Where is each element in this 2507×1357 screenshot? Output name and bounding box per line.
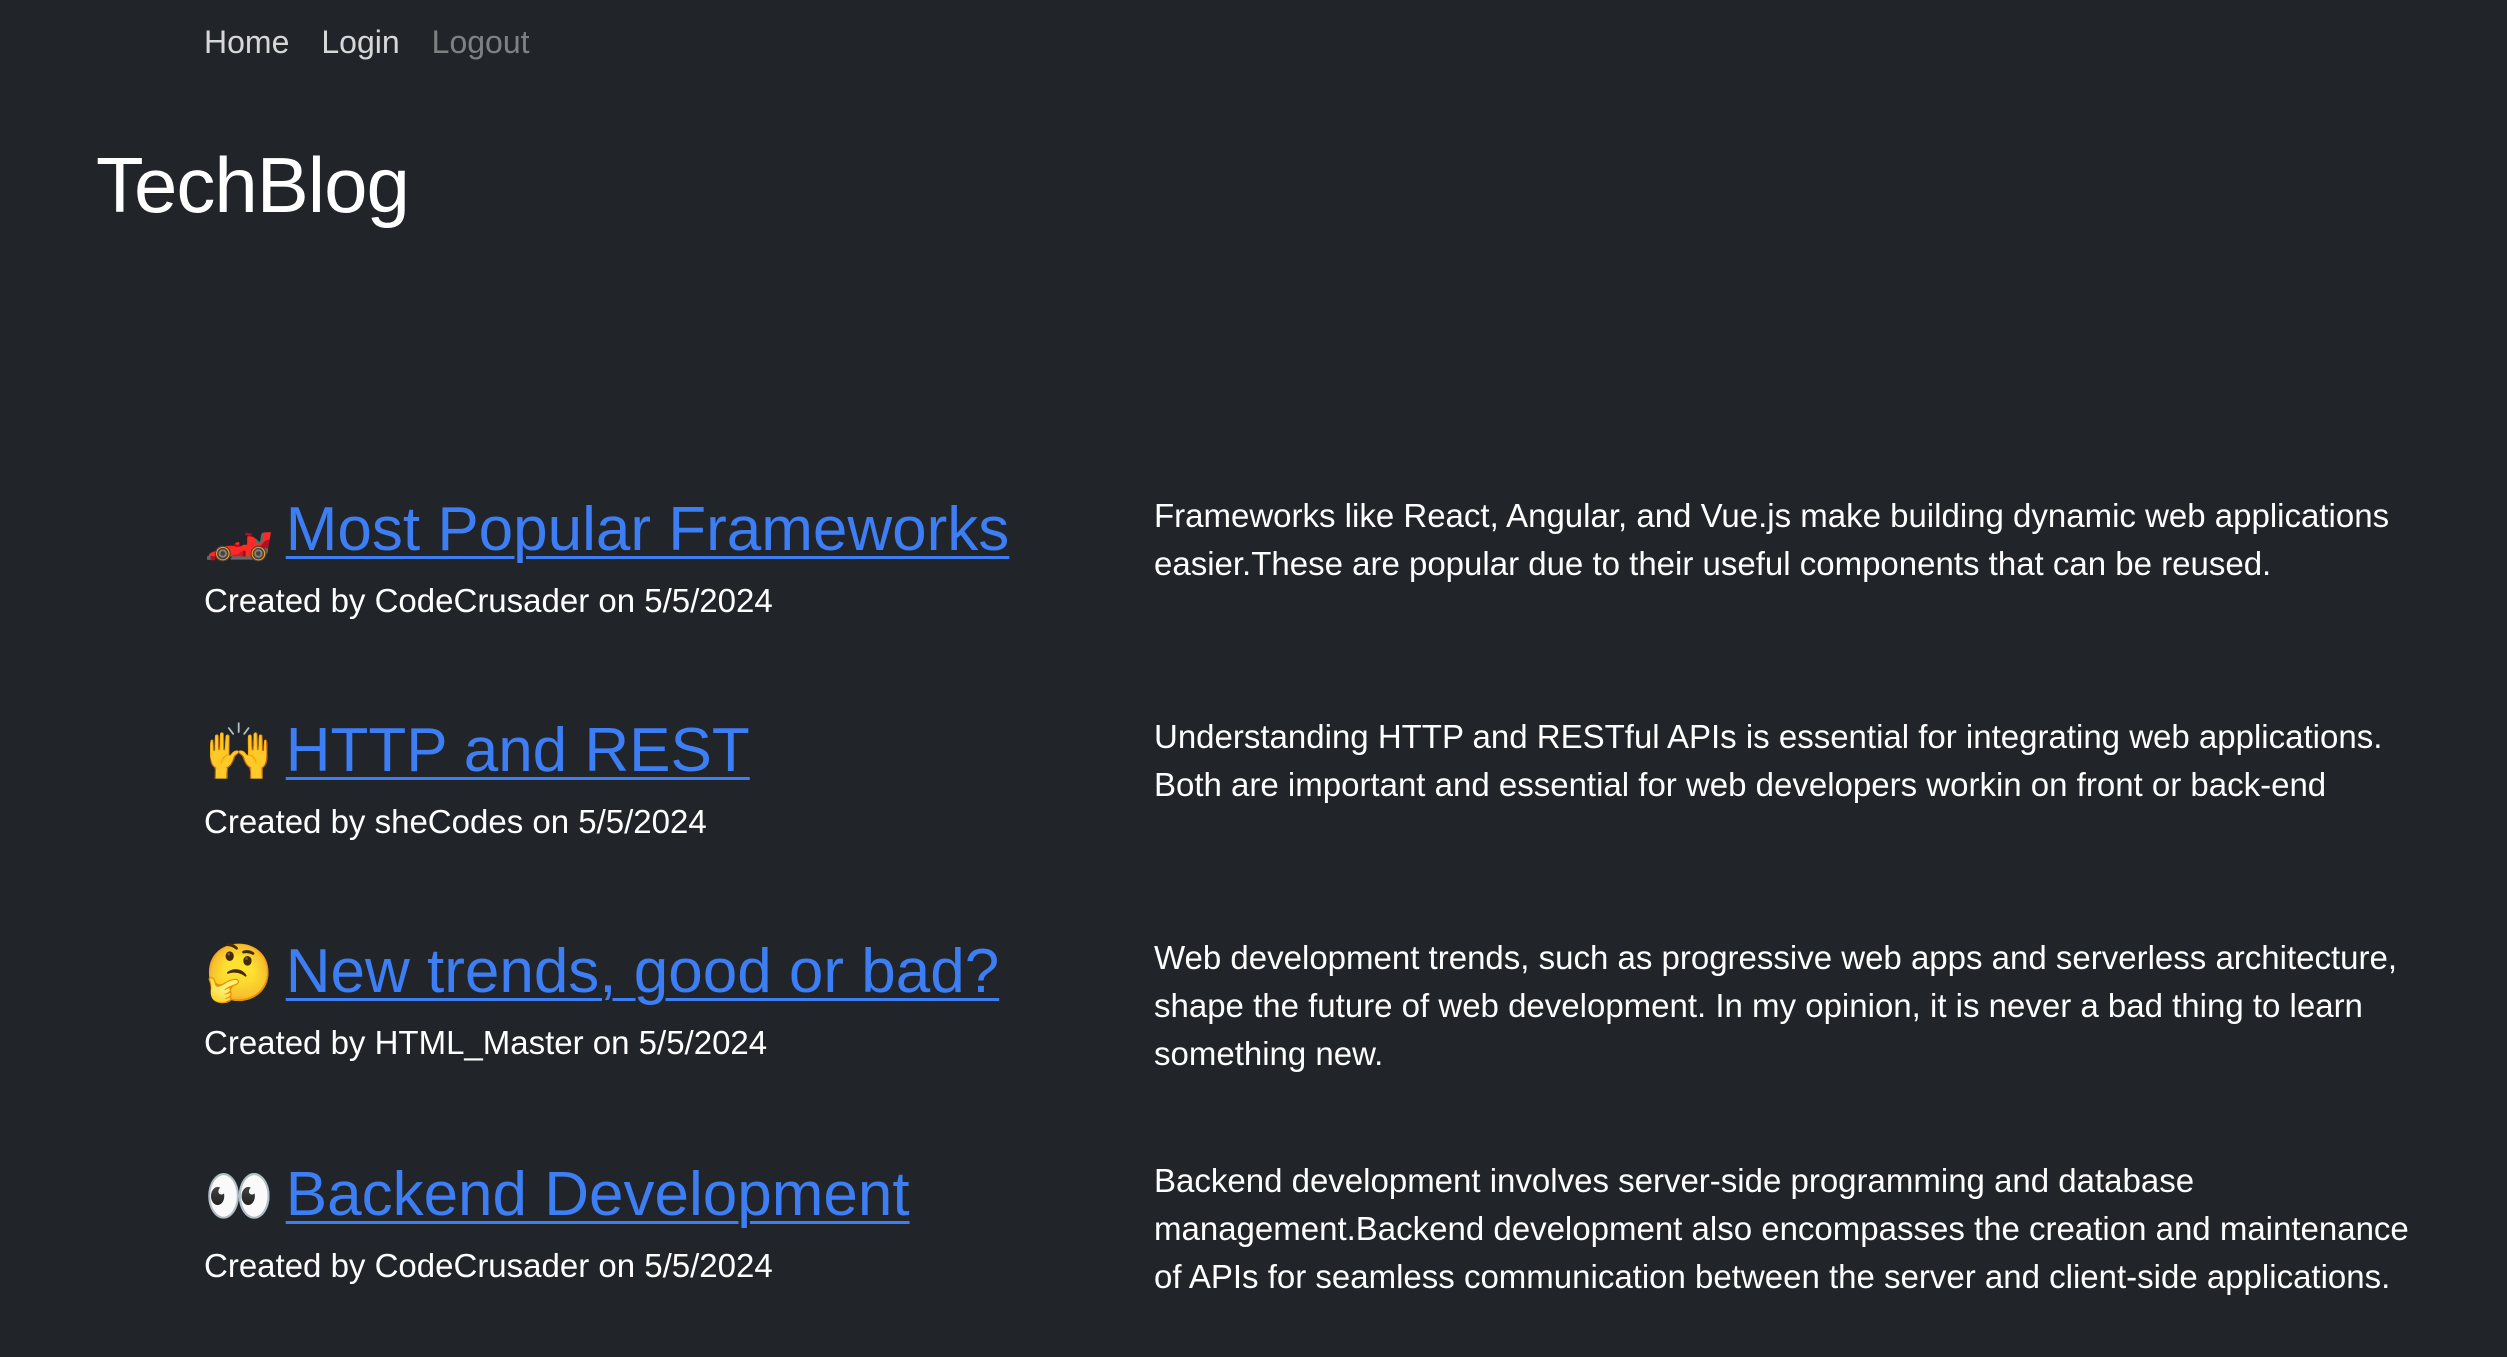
post-title: 👀 Backend Development xyxy=(204,1157,1104,1234)
post-header: 🙌 HTTP and REST Created by sheCodes on 5/… xyxy=(204,713,1104,842)
eyes-icon: 👀 xyxy=(204,1164,274,1227)
post-title-link[interactable]: New trends, good or bad? xyxy=(286,937,999,1006)
post-list: 🏎️ Most Popular Frameworks Created by Cod… xyxy=(0,0,2507,1355)
post-header: 👀 Backend Development Created by CodeCrus… xyxy=(204,1157,1104,1286)
race-car-icon: 🏎️ xyxy=(204,499,274,562)
post-summary: Frameworks like React, Angular, and Vue.… xyxy=(1154,497,2390,582)
post-meta: Created by HTML_Master on 5/5/2024 xyxy=(204,1024,768,1061)
post-title-link[interactable]: HTTP and REST xyxy=(286,716,750,785)
post-item: 🏎️ Most Popular Frameworks Created by Cod… xyxy=(204,492,2444,692)
post-item: 👀 Backend Development Created by CodeCrus… xyxy=(204,1157,2444,1357)
post-meta: Created by sheCodes on 5/5/2024 xyxy=(204,803,707,840)
post-title: 🙌 HTTP and REST xyxy=(204,713,1104,790)
post-summary: Backend development involves server-side… xyxy=(1154,1162,2409,1295)
post-item: 🤔 New trends, good or bad? Created by HTM… xyxy=(204,934,2444,1134)
post-title: 🤔 New trends, good or bad? xyxy=(204,934,1104,1011)
post-header: 🏎️ Most Popular Frameworks Created by Cod… xyxy=(204,492,1104,621)
thinking-face-icon: 🤔 xyxy=(204,941,274,1004)
post-summary: Understanding HTTP and RESTful APIs is e… xyxy=(1154,718,2383,803)
post-meta: Created by CodeCrusader on 5/5/2024 xyxy=(204,1247,773,1284)
post-summary: Web development trends, such as progress… xyxy=(1154,939,2398,1072)
post-title-link[interactable]: Most Popular Frameworks xyxy=(286,495,1010,564)
post-meta: Created by CodeCrusader on 5/5/2024 xyxy=(204,582,773,619)
raised-hands-icon: 🙌 xyxy=(204,720,274,783)
post-title: 🏎️ Most Popular Frameworks xyxy=(204,492,1104,569)
post-header: 🤔 New trends, good or bad? Created by HTM… xyxy=(204,934,1104,1063)
post-title-link[interactable]: Backend Development xyxy=(286,1160,910,1229)
post-item: 🙌 HTTP and REST Created by sheCodes on 5/… xyxy=(204,713,2444,913)
